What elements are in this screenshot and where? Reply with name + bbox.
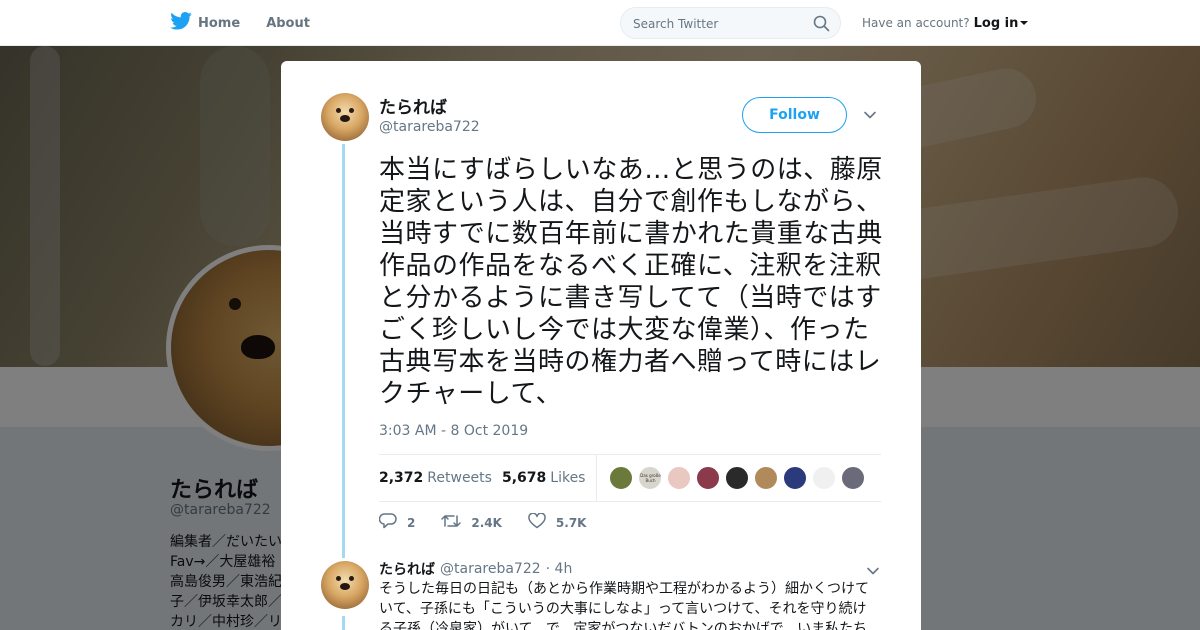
reply-age[interactable]: · 4h bbox=[546, 561, 573, 577]
tweet-actions: 2 2.4K 5.7K bbox=[378, 512, 612, 532]
reply-author-avatar[interactable] bbox=[321, 561, 369, 609]
login-button[interactable]: Log in bbox=[974, 16, 1029, 31]
like-count: 5.7K bbox=[555, 515, 587, 530]
heart-icon bbox=[528, 512, 546, 532]
chevron-down-icon[interactable] bbox=[863, 107, 877, 126]
follow-button[interactable]: Follow bbox=[742, 97, 847, 133]
reply-header: たられば @tarareba722 · 4h bbox=[379, 559, 572, 579]
liker-avatar[interactable] bbox=[725, 466, 750, 490]
nav-about[interactable]: About bbox=[266, 16, 310, 31]
retweets-count: 2,372 bbox=[379, 470, 424, 486]
reply-icon bbox=[378, 513, 397, 532]
retweet-icon bbox=[441, 513, 462, 532]
retweet-action[interactable]: 2.4K bbox=[441, 513, 502, 532]
nav-left: Home About bbox=[170, 0, 310, 46]
author-avatar[interactable] bbox=[321, 93, 369, 141]
reply-count: 2 bbox=[407, 515, 416, 530]
author-name[interactable]: たられば bbox=[379, 93, 447, 118]
have-account-text: Have an account? bbox=[862, 16, 970, 30]
like-action[interactable]: 5.7K bbox=[528, 512, 587, 532]
author-handle[interactable]: @tarareba722 bbox=[379, 119, 480, 135]
likers-list: Das große Buch bbox=[609, 466, 866, 490]
retweets-stat[interactable]: 2,372 Retweets bbox=[379, 470, 492, 486]
reply-author-handle[interactable]: @tarareba722 bbox=[440, 561, 541, 577]
thread-line bbox=[342, 144, 345, 558]
stats-divider bbox=[596, 455, 598, 501]
liker-avatar[interactable] bbox=[696, 466, 721, 490]
reply-author-name[interactable]: たられば bbox=[379, 559, 435, 579]
close-icon[interactable] bbox=[1154, 12, 1178, 40]
about-label: About bbox=[266, 15, 310, 31]
liker-avatar[interactable]: Das große Buch bbox=[638, 466, 663, 490]
account-area: Have an account? Log in bbox=[862, 0, 1029, 46]
search-input[interactable] bbox=[633, 14, 803, 34]
reply-action[interactable]: 2 bbox=[378, 513, 416, 532]
liker-avatar-text: Das große Buch bbox=[640, 473, 661, 483]
liker-avatar[interactable] bbox=[609, 466, 634, 490]
search-box bbox=[620, 7, 841, 39]
caret-down-icon bbox=[1020, 16, 1029, 31]
nav-home[interactable]: Home bbox=[170, 12, 240, 34]
reply-text: そうした毎日の日記も（あとから作業時期や工程がわかるよう）細かくつけていて、子孫… bbox=[379, 581, 869, 630]
liker-avatar[interactable] bbox=[812, 466, 837, 490]
reply-thread-line bbox=[342, 616, 345, 630]
search-icon[interactable] bbox=[813, 15, 830, 36]
liker-avatar[interactable] bbox=[667, 466, 692, 490]
home-label: Home bbox=[198, 15, 241, 31]
liker-avatar[interactable] bbox=[754, 466, 779, 490]
top-navbar: Home About Have an account? Log in bbox=[0, 0, 1200, 46]
retweets-label: Retweets bbox=[427, 470, 492, 486]
tweet-timestamp[interactable]: 3:03 AM - 8 Oct 2019 bbox=[379, 423, 528, 439]
liker-avatar[interactable] bbox=[783, 466, 808, 490]
tweet-text: 本当にすばらしいなあ…と思うのは、藤原定家という人は、自分で創作もしながら、当時… bbox=[379, 155, 883, 409]
likes-label: Likes bbox=[550, 470, 586, 486]
tweet-modal: たられば @tarareba722 Follow 本当にすばらしいなあ…と思うの… bbox=[281, 61, 921, 630]
tweet-stats: 2,372 Retweets 5,678 Likes Das große Buch bbox=[379, 454, 881, 502]
login-label: Log in bbox=[973, 15, 1019, 31]
twitter-bird-icon bbox=[170, 12, 192, 34]
retweet-count: 2.4K bbox=[471, 515, 502, 530]
liker-avatar[interactable] bbox=[841, 466, 866, 490]
likes-stat[interactable]: 5,678 Likes bbox=[502, 470, 586, 486]
likes-count: 5,678 bbox=[501, 470, 547, 486]
